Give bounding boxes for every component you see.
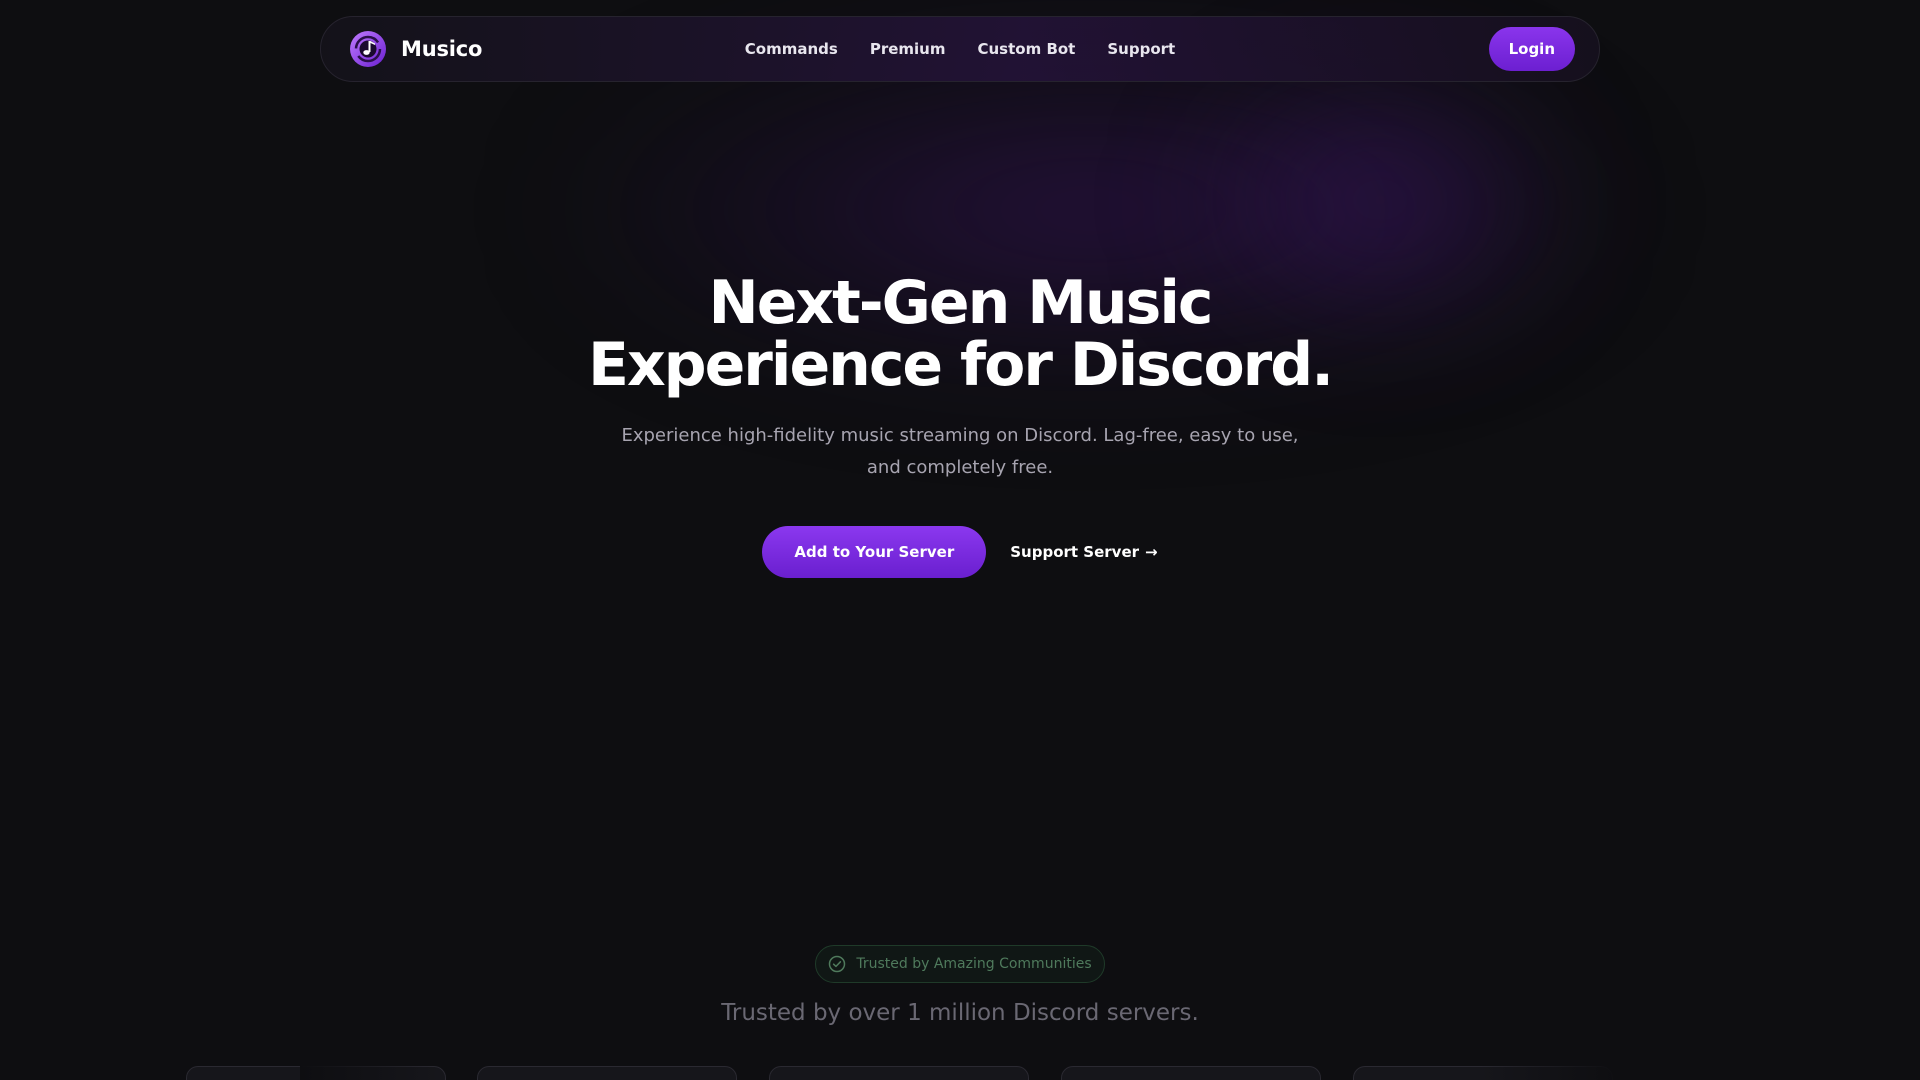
trusted-headline: Trusted by over 1 million Discord server… xyxy=(721,1000,1199,1026)
server-card[interactable] xyxy=(477,1066,737,1080)
hero-subtitle: Experience high-fidelity music streaming… xyxy=(620,420,1300,484)
hero-title: Next-Gen Music Experience for Discord. xyxy=(0,272,1920,396)
hero-section: Next-Gen Music Experience for Discord. E… xyxy=(0,272,1920,578)
nav-links: Commands Premium Custom Bot Support xyxy=(745,40,1175,58)
hero-subtitle-line-2: and completely free. xyxy=(866,457,1054,478)
landing-page: Musico Commands Premium Custom Bot Suppo… xyxy=(0,0,1920,1080)
trusted-badge: Trusted by Amazing Communities xyxy=(815,945,1105,983)
support-server-label: Support Server xyxy=(1010,543,1140,561)
add-to-server-button[interactable]: Add to Your Server xyxy=(762,526,987,578)
cards-fade-right xyxy=(1480,1040,1620,1080)
hero-title-line-1: Next-Gen Music xyxy=(708,268,1213,338)
nav-link-commands[interactable]: Commands xyxy=(745,40,838,58)
hero-subtitle-line-1: Experience high-fidelity music streaming… xyxy=(621,425,1299,446)
login-button[interactable]: Login xyxy=(1488,27,1575,71)
brand[interactable]: Musico xyxy=(349,30,482,68)
cards-fade-left xyxy=(300,1040,440,1080)
cta-row: Add to Your Server Support Server → xyxy=(0,526,1920,578)
nav-link-support[interactable]: Support xyxy=(1107,40,1175,58)
arrow-right-icon: → xyxy=(1145,543,1158,561)
music-note-disc-icon xyxy=(350,31,386,67)
brand-name: Musico xyxy=(401,37,483,61)
nav-link-custom-bot[interactable]: Custom Bot xyxy=(978,40,1076,58)
nav-link-premium[interactable]: Premium xyxy=(870,40,946,58)
support-server-link[interactable]: Support Server → xyxy=(1010,543,1157,561)
server-card[interactable] xyxy=(1061,1066,1321,1080)
server-card[interactable] xyxy=(769,1066,1029,1080)
top-navbar: Musico Commands Premium Custom Bot Suppo… xyxy=(320,16,1600,82)
check-circle-icon xyxy=(829,955,846,973)
trusted-badge-label: Trusted by Amazing Communities xyxy=(856,956,1092,972)
server-cards-row xyxy=(0,1066,1920,1080)
hero-title-line-2: Experience for Discord. xyxy=(587,330,1334,400)
